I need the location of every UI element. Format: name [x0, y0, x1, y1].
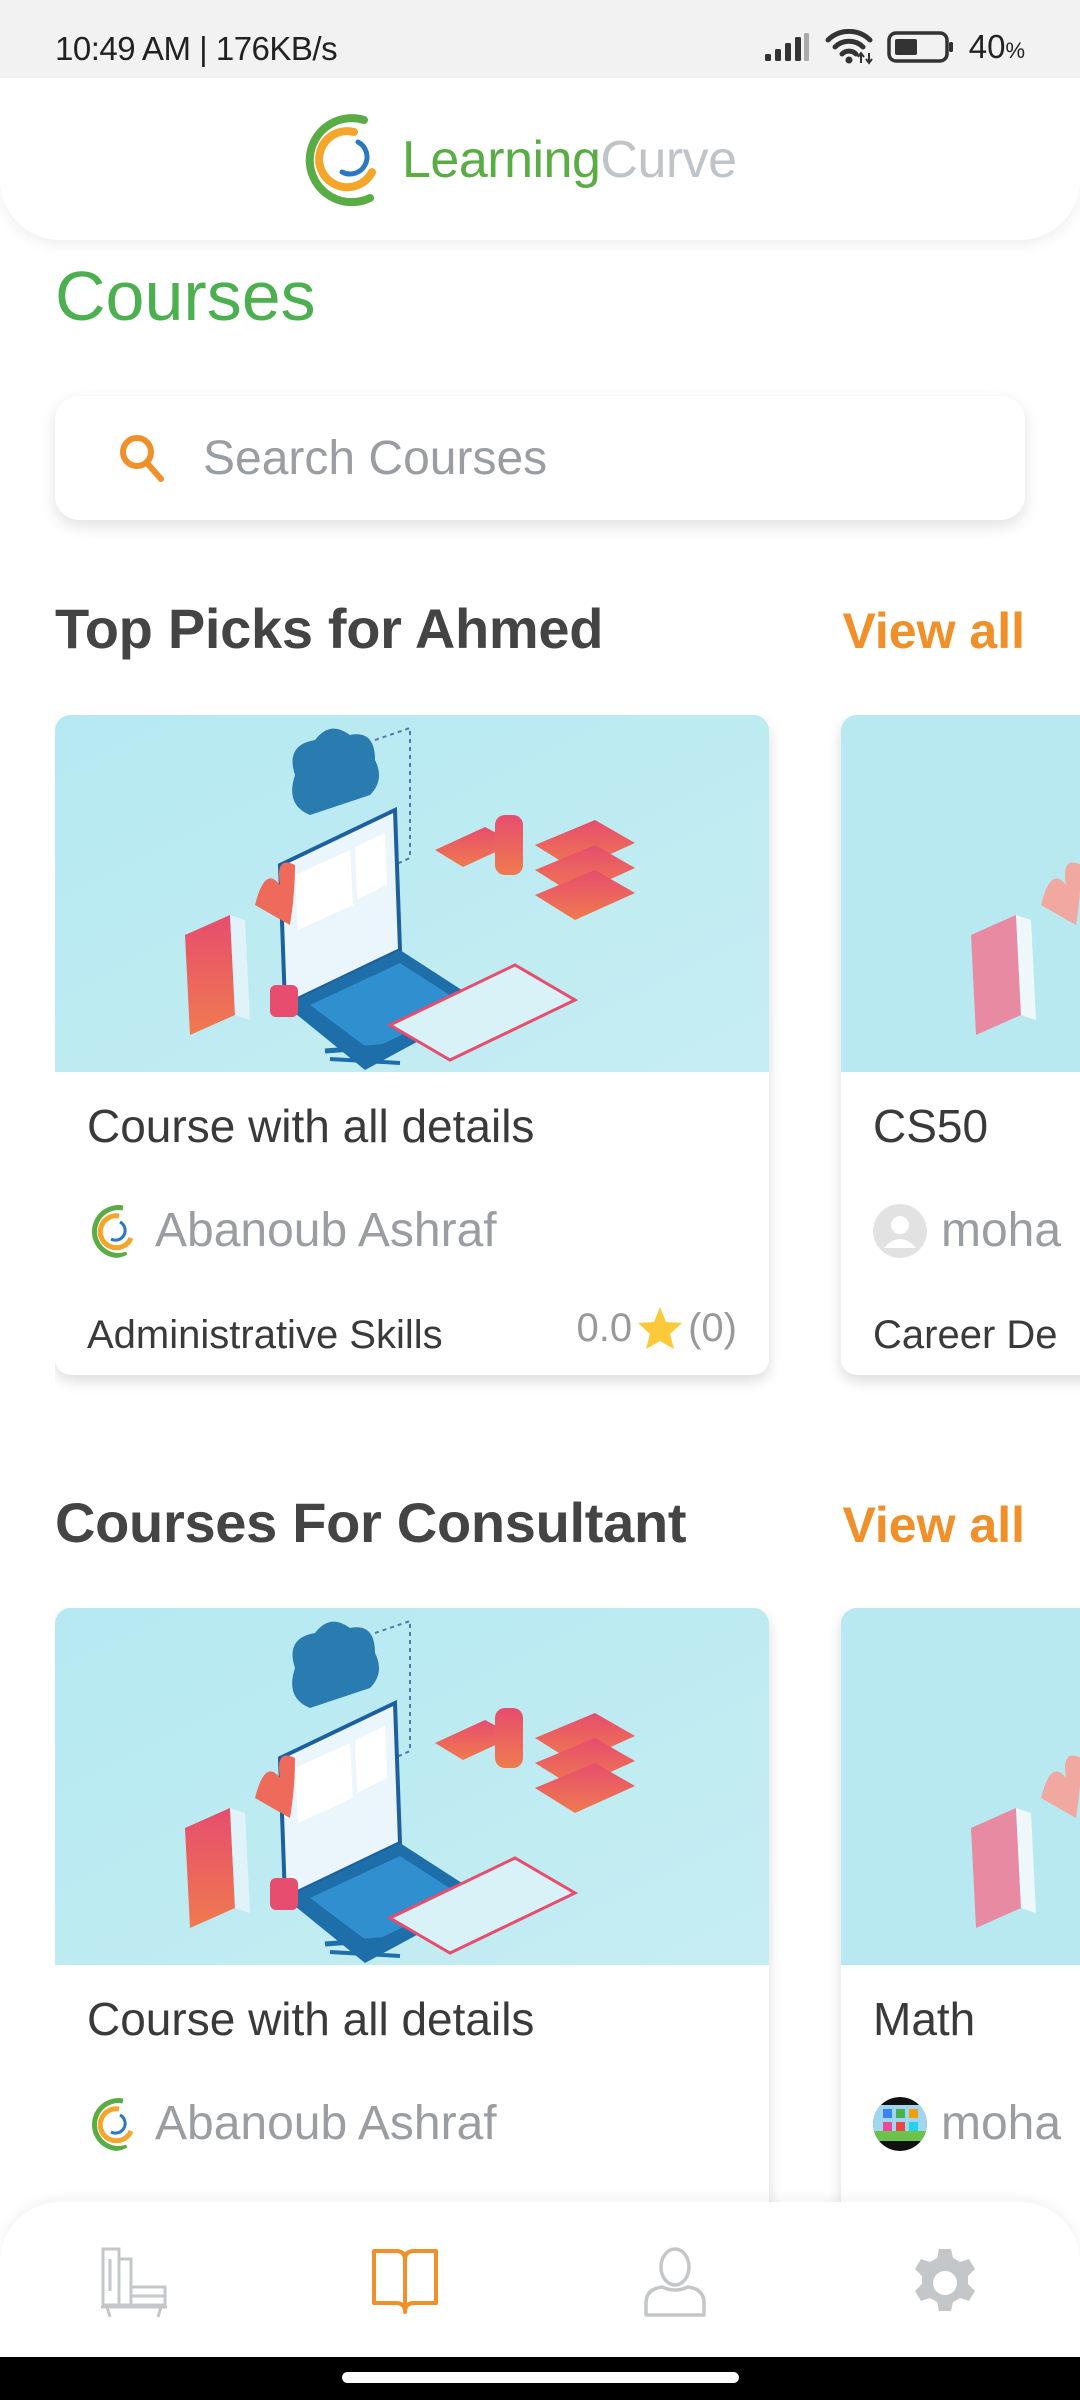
page-title: Courses — [55, 257, 316, 335]
signal-icon — [764, 33, 809, 61]
nav-item-library[interactable] — [75, 2247, 195, 2347]
course-carousel-top-picks[interactable]: Course with all details Abanoub Ashraf A… — [55, 715, 1080, 1395]
app-header: LearningCurve — [0, 78, 1080, 240]
author-name: moha — [941, 2097, 1062, 2150]
course-card[interactable]: Math moha — [841, 1608, 1080, 2268]
course-thumbnail — [841, 715, 1080, 1072]
search-input[interactable] — [203, 430, 903, 486]
nav-item-settings[interactable] — [885, 2247, 1005, 2347]
course-thumbnail — [55, 1608, 769, 1965]
user-icon — [644, 2247, 706, 2317]
author-name: Abanoub Ashraf — [155, 2097, 497, 2150]
section-title: Courses For Consultant — [55, 1491, 687, 1554]
elearning-illustration — [841, 715, 1080, 1072]
apps-photo-avatar-icon — [873, 2096, 927, 2151]
view-all-link[interactable]: View all — [842, 602, 1025, 660]
logo-swirl-icon — [305, 114, 376, 206]
course-author: Abanoub Ashraf — [87, 1203, 497, 1258]
home-gesture-handle[interactable] — [342, 2372, 739, 2383]
open-book-icon — [372, 2249, 438, 2314]
course-card[interactable]: CS50 moha Career De — [841, 715, 1080, 1375]
course-carousel-consultant[interactable]: Course with all details Abanoub Ashraf M… — [55, 1608, 1080, 2288]
author-avatar-logo-icon — [92, 2097, 134, 2151]
system-gesture-bar — [0, 2357, 1080, 2400]
default-user-avatar-icon — [873, 1203, 927, 1258]
course-category: Administrative Skills — [87, 1313, 443, 1357]
rating-value: 0.0 — [576, 1305, 633, 1350]
author-avatar-logo-icon — [92, 1204, 134, 1258]
elearning-illustration — [841, 1608, 1080, 1965]
course-author: moha — [873, 1203, 1061, 1258]
section-header-consultant: Courses For Consultant View all — [55, 1490, 1025, 1555]
battery-icon — [886, 31, 953, 63]
status-bar: 10:49 AM | 176KB/s 40% — [0, 0, 1080, 80]
course-thumbnail — [841, 1608, 1080, 1965]
logo-text: LearningCurve — [402, 131, 737, 189]
course-author: moha — [873, 2096, 1061, 2151]
wifi-icon — [825, 29, 873, 65]
status-icons: 40% — [763, 28, 1025, 66]
course-title: Course with all details — [87, 1993, 535, 2045]
course-title: CS50 — [873, 1100, 989, 1152]
learningcurve-logo[interactable]: LearningCurve — [302, 114, 737, 206]
status-time-speed: 10:49 AM | 176KB/s — [55, 30, 338, 67]
search-bar[interactable] — [55, 396, 1025, 520]
nav-item-profile[interactable] — [615, 2247, 735, 2347]
section-header-top-picks: Top Picks for Ahmed View all — [55, 596, 1025, 661]
course-card[interactable]: Course with all details Abanoub Ashraf — [55, 1608, 769, 2268]
course-rating: 0.0 (0) — [577, 1305, 738, 1351]
course-card[interactable]: Course with all details Abanoub Ashraf A… — [55, 715, 769, 1375]
author-name: Abanoub Ashraf — [155, 1204, 497, 1257]
nav-item-courses[interactable] — [345, 2247, 465, 2347]
elearning-illustration — [55, 715, 769, 1072]
section-title: Top Picks for Ahmed — [55, 597, 604, 660]
courses-screen: 10:49 AM | 176KB/s 40% LearningCurve Cou… — [0, 0, 1080, 2400]
bookshelf-icon — [101, 2247, 167, 2318]
author-name: moha — [941, 1204, 1062, 1257]
course-author: Abanoub Ashraf — [87, 2096, 497, 2151]
course-thumbnail — [55, 715, 769, 1072]
view-all-link[interactable]: View all — [842, 1496, 1025, 1554]
course-title: Course with all details — [87, 1100, 535, 1152]
bottom-nav — [0, 2202, 1080, 2357]
course-title: Math — [873, 1993, 976, 2045]
elearning-illustration — [55, 1608, 769, 1965]
battery-percent: 40% — [968, 28, 1025, 65]
course-category: Career De — [873, 1313, 1058, 1357]
star-icon — [638, 1307, 683, 1349]
review-count: (0) — [688, 1305, 737, 1350]
search-icon — [120, 435, 164, 482]
gear-icon — [915, 2249, 975, 2311]
